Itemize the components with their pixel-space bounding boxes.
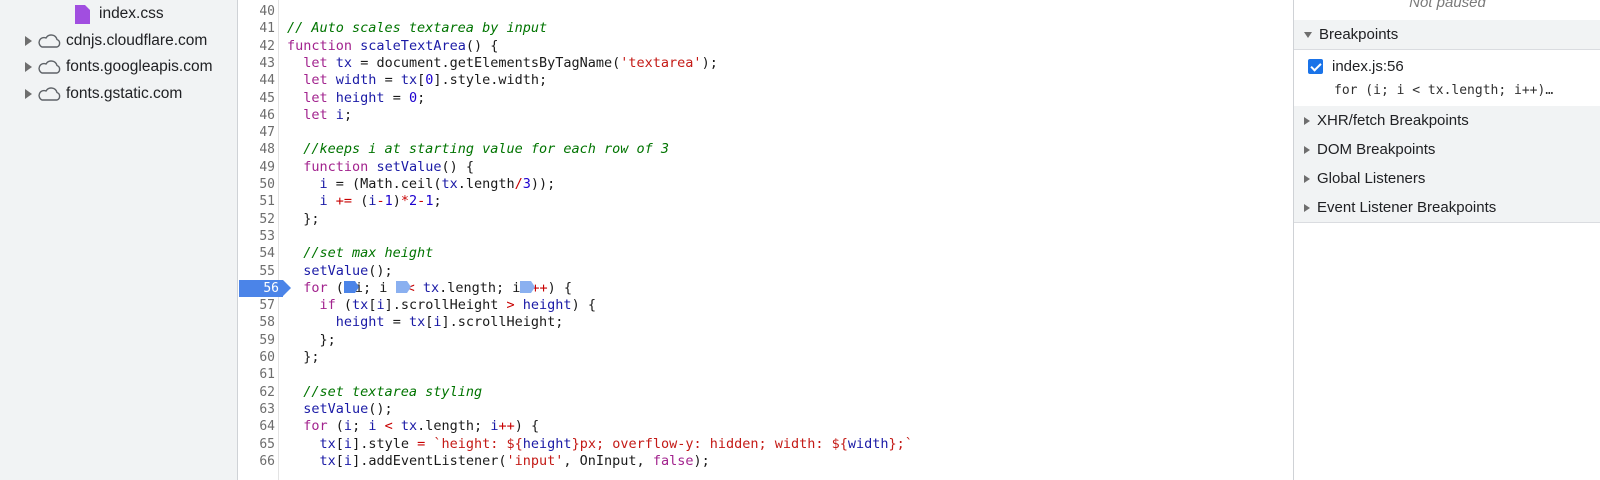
file-tree-panel: index.css cdnjs.cloudflare.com fonts.googl… (0, 0, 238, 480)
line-number[interactable]: 48 (239, 141, 279, 159)
breakpoints-header-label: Breakpoints (1319, 26, 1399, 43)
tree-item-label: cdnjs.cloudflare.com (66, 32, 208, 49)
code-line[interactable]: }; (287, 349, 319, 367)
section-header[interactable]: DOM Breakpoints (1294, 135, 1600, 165)
code-line[interactable]: }; (287, 332, 336, 350)
chevron-right-icon (1304, 174, 1310, 183)
line-number[interactable]: 46 (239, 107, 279, 125)
chevron-right-icon (1304, 203, 1310, 212)
chevron-right-icon (1304, 145, 1310, 154)
tree-item-label: fonts.googleapis.com (66, 58, 213, 75)
code-line[interactable]: function scaleTextArea() { (287, 38, 498, 56)
line-number[interactable]: 44 (239, 72, 279, 90)
section-header-label: Global Listeners (1317, 170, 1426, 187)
section-header[interactable]: Global Listeners (1294, 164, 1600, 194)
chevron-right-icon[interactable] (25, 89, 32, 99)
line-number[interactable]: 49 (239, 159, 279, 177)
line-number[interactable]: 45 (239, 90, 279, 108)
tree-item[interactable]: index.css (75, 1, 164, 27)
line-number[interactable]: 43 (239, 55, 279, 73)
code-line[interactable]: //set textarea styling (287, 384, 482, 402)
debugger-sidebar: Not paused Breakpoints index.js:56 for (… (1293, 0, 1600, 480)
chevron-right-icon[interactable] (25, 62, 32, 72)
code-line[interactable]: function setValue() { (287, 159, 474, 177)
code-line[interactable]: i = (Math.ceil(tx.length/3)); (287, 176, 556, 194)
code-line[interactable]: // Auto scales textarea by input (287, 20, 547, 38)
section-header[interactable]: Event Listener Breakpoints (1294, 193, 1600, 223)
inline-breakpoint-marker[interactable] (343, 280, 359, 293)
code-line[interactable]: let tx = document.getElementsByTagName('… (287, 55, 718, 73)
line-number[interactable]: 60 (239, 349, 279, 367)
inline-breakpoint-marker[interactable] (395, 280, 411, 293)
chevron-right-icon[interactable] (25, 36, 32, 46)
tree-item[interactable]: cdnjs.cloudflare.com (25, 28, 207, 54)
tree-item-label: fonts.gstatic.com (66, 85, 183, 102)
breakpoints-section-header[interactable]: Breakpoints (1294, 20, 1600, 50)
code-line[interactable]: if (tx[i].scrollHeight > height) { (287, 297, 596, 315)
section-header-label: XHR/fetch Breakpoints (1317, 112, 1469, 129)
line-number[interactable]: 55 (239, 263, 279, 281)
line-number[interactable]: 59 (239, 332, 279, 350)
cloud-icon (38, 60, 61, 74)
line-number[interactable]: 61 (239, 366, 279, 384)
code-line[interactable]: let i; (287, 107, 352, 125)
section-header-label: Event Listener Breakpoints (1317, 199, 1497, 216)
line-number[interactable]: 52 (239, 211, 279, 229)
line-number[interactable]: 47 (239, 124, 279, 142)
code-line[interactable]: let height = 0; (287, 90, 425, 108)
line-number[interactable]: 42 (239, 38, 279, 56)
line-number[interactable]: 40 (239, 3, 279, 21)
line-number-gutter[interactable]: 40 41 42 43 44 45 46 47 48 49 50 51 52 53 54 55 56 57 58 59… (239, 0, 291, 480)
line-number[interactable]: 66 (239, 453, 279, 471)
line-number[interactable]: 50 (239, 176, 279, 194)
line-number[interactable]: 41 (239, 20, 279, 38)
code-line[interactable]: i += (i-1)*2-1; (287, 193, 442, 211)
tree-item[interactable]: fonts.googleapis.com (25, 54, 212, 80)
css-file-icon (75, 4, 90, 24)
code-line[interactable]: height = tx[i].scrollHeight; (287, 314, 564, 332)
section-header-label: DOM Breakpoints (1317, 141, 1436, 158)
breakpoint-checkbox[interactable] (1308, 59, 1323, 74)
chevron-right-icon (1304, 116, 1310, 125)
breakpoint-location: index.js:56 (1332, 58, 1404, 75)
code-line[interactable]: //keeps i at starting value for each row… (287, 141, 669, 159)
code-line[interactable]: tx[i].addEventListener('input', OnInput,… (287, 453, 710, 471)
tree-item-label: index.css (99, 5, 164, 22)
breakpoint-line-number[interactable]: 56 (239, 279, 291, 298)
line-number[interactable]: 64 (239, 418, 279, 436)
chevron-down-icon (1304, 31, 1312, 38)
code-line[interactable]: setValue(); (287, 263, 392, 281)
line-number[interactable]: 51 (239, 193, 279, 211)
code-editor[interactable]: 40 41 42 43 44 45 46 47 48 49 50 51 52 53 54 55 56 57 58 59… (239, 0, 1293, 480)
line-number[interactable]: 53 (239, 228, 279, 246)
code-line[interactable]: //set max height (287, 245, 433, 263)
line-number[interactable]: 57 (239, 297, 279, 315)
code-line[interactable]: }; (287, 211, 319, 229)
cloud-icon (38, 87, 61, 101)
code-line[interactable]: tx[i].style = `height: ${height}px; over… (287, 436, 913, 454)
breakpoint-code-snippet: for (i; i < tx.length; i++)… (1334, 83, 1554, 98)
line-number[interactable]: 54 (239, 245, 279, 263)
debugger-status: Not paused (1409, 0, 1486, 11)
line-number[interactable]: 65 (239, 436, 279, 454)
code-line[interactable]: for (i; i < tx.length; i++) { (287, 418, 539, 436)
cloud-icon (38, 34, 61, 48)
breakpoint-item[interactable]: index.js:56 (1308, 58, 1404, 75)
line-number[interactable]: 62 (239, 384, 279, 402)
code-line[interactable]: let width = tx[0].style.width; (287, 72, 547, 90)
code-line[interactable]: setValue(); (287, 401, 392, 419)
inline-breakpoint-marker[interactable] (520, 280, 536, 293)
line-number[interactable]: 63 (239, 401, 279, 419)
line-number[interactable]: 58 (239, 314, 279, 332)
tree-item[interactable]: fonts.gstatic.com (25, 81, 182, 107)
code-line[interactable]: for (i; i < tx.length; i++) { (287, 280, 572, 298)
section-header[interactable]: XHR/fetch Breakpoints (1294, 106, 1600, 136)
